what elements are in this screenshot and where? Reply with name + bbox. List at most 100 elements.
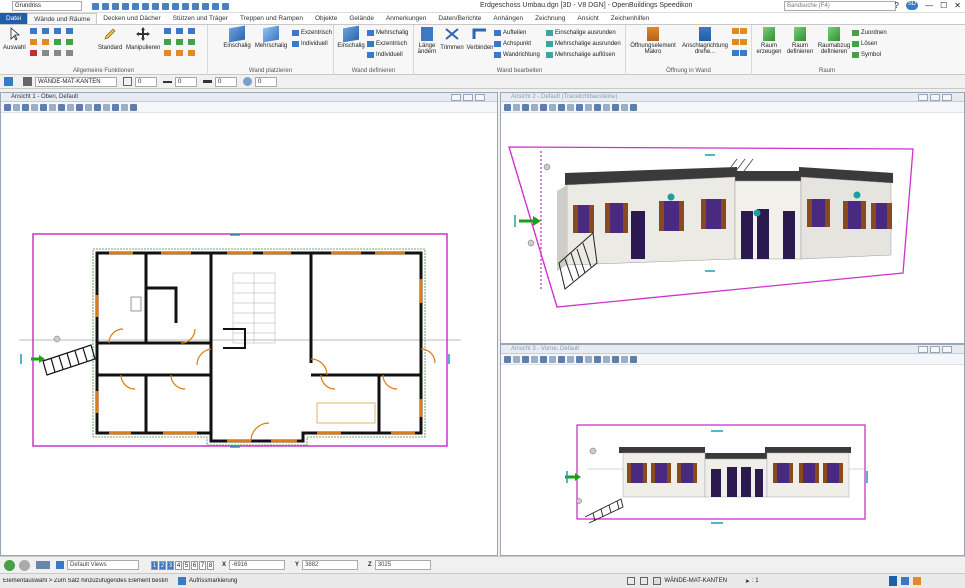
rotate-view-icon[interactable] <box>567 103 574 111</box>
message-icon[interactable] <box>900 577 909 585</box>
render-icon[interactable] <box>130 103 137 111</box>
close-button[interactable]: ✕ <box>954 1 961 10</box>
camera-icon[interactable] <box>621 103 628 111</box>
view-7-button[interactable]: 7 <box>199 560 206 570</box>
tab-stuetzen-und-traeger[interactable]: Stützen und Träger <box>167 13 234 24</box>
weight-dropdown[interactable]: 0 <box>215 76 237 87</box>
wandrichtung-button[interactable]: Wandrichtung <box>494 51 540 59</box>
raum-erzeugen-button[interactable]: Raum erzeugen <box>754 27 784 55</box>
display-style-icon[interactable] <box>513 103 520 111</box>
window-area-icon[interactable] <box>549 355 556 363</box>
user-avatar[interactable]: SD <box>905 1 919 10</box>
view-close-button[interactable] <box>942 94 952 101</box>
fit-view-icon[interactable] <box>58 103 65 111</box>
view-close-button[interactable] <box>942 346 952 353</box>
perspective-canvas[interactable] <box>501 113 964 343</box>
einschalig-definieren-button[interactable]: Einschalig <box>336 25 366 49</box>
view-next-icon[interactable] <box>594 355 601 363</box>
camera-icon[interactable] <box>121 103 128 111</box>
dropdown-icon[interactable] <box>222 2 229 10</box>
elevation-canvas[interactable] <box>501 365 964 555</box>
help-icon[interactable]: ? <box>894 1 898 10</box>
style-dropdown[interactable]: 0 <box>175 76 197 87</box>
einschalig-button[interactable]: Einschalig <box>222 25 252 49</box>
active-level-status[interactable]: WÄNDE-MAT-KANTEN <box>664 578 727 584</box>
color-dropdown[interactable]: 0 <box>135 76 157 87</box>
tab-ansicht[interactable]: Ansicht <box>571 13 604 24</box>
display-style-icon[interactable] <box>13 103 20 111</box>
laenge-aendern-button[interactable]: Länge ändern <box>416 27 438 55</box>
elevation-marker-icon[interactable] <box>178 577 186 585</box>
view-3-button[interactable]: 3 <box>167 560 174 570</box>
camera-icon[interactable] <box>621 355 628 363</box>
forward-icon[interactable] <box>19 559 30 571</box>
clip-volume-icon[interactable] <box>603 355 610 363</box>
minimize-button[interactable]: — <box>925 1 933 10</box>
verbinden-button[interactable]: Verbinden <box>466 27 494 51</box>
view-2-window[interactable]: Ansicht 2 - Default (Tracelichtbausteine… <box>500 92 965 344</box>
clip-mask-icon[interactable] <box>612 103 619 111</box>
pan-view-icon[interactable] <box>576 355 583 363</box>
maximize-button[interactable]: ☐ <box>940 1 947 10</box>
view-4-button[interactable]: 4 <box>175 560 182 570</box>
print-icon[interactable] <box>122 2 129 10</box>
tab-anmerkungen[interactable]: Anmerkungen <box>380 13 432 24</box>
undo-icon[interactable] <box>132 2 139 10</box>
exzentrisch-definieren-button[interactable]: Exzentrisch <box>367 40 407 48</box>
zoom-out-icon[interactable] <box>40 103 47 111</box>
oeffnungselement-button[interactable]: Öffnungselement Makro <box>628 27 678 55</box>
tab-gelaende[interactable]: Gelände <box>343 13 380 24</box>
undo-arrow-icon[interactable] <box>192 2 199 10</box>
loesen-button[interactable]: Lösen <box>852 40 877 48</box>
view-3-window[interactable]: Ansicht 3 - Vorne, Default <box>500 344 965 556</box>
view-attributes-icon[interactable] <box>4 103 11 111</box>
clip-volume-icon[interactable] <box>103 103 110 111</box>
view-next-icon[interactable] <box>94 103 101 111</box>
search-input[interactable]: Bandsuche (F4) <box>784 1 896 11</box>
aufriss-label[interactable]: Aufrissmarkierung <box>189 578 237 584</box>
alert-icon[interactable] <box>912 577 921 585</box>
auswahl-button[interactable]: Auswahl <box>3 27 26 51</box>
mehrschalig-button[interactable]: Mehrschalig <box>254 25 288 49</box>
view-2-button[interactable]: 2 <box>159 560 166 570</box>
snap-icon[interactable] <box>172 2 179 10</box>
tab-treppen-und-rampen[interactable]: Treppen und Rampen <box>234 13 309 24</box>
view-minimize-button[interactable] <box>918 94 928 101</box>
tab-datei[interactable]: Datei <box>0 13 28 24</box>
view-maximize-button[interactable] <box>930 94 940 101</box>
view-previous-icon[interactable] <box>585 355 592 363</box>
fit-view-icon[interactable] <box>558 103 565 111</box>
rotate-view-icon[interactable] <box>67 103 74 111</box>
zoom-out-icon[interactable] <box>540 355 547 363</box>
pan-view-icon[interactable] <box>576 103 583 111</box>
new-file-icon[interactable] <box>92 2 99 10</box>
view-minimize-button[interactable] <box>451 94 461 101</box>
window-area-icon[interactable] <box>49 103 56 111</box>
layers-icon[interactable] <box>4 77 13 86</box>
view-1-window[interactable]: Ansicht 1 - Oben, Default <box>0 92 498 556</box>
layer-icon[interactable] <box>212 2 219 10</box>
level-select[interactable]: Grundriss <box>12 1 82 11</box>
update-icon[interactable] <box>522 103 529 111</box>
tab-zeichenhilfen[interactable]: Zeichenhilfen <box>605 13 656 24</box>
tab-daten-berichte[interactable]: Daten/Berichte <box>432 13 487 24</box>
anschlagrichtung-button[interactable]: Anschlagrichtung drehe... <box>680 27 730 55</box>
z-coordinate-field[interactable]: 3025 <box>374 560 431 570</box>
display-style-icon[interactable] <box>513 355 520 363</box>
clip-mask-icon[interactable] <box>112 103 119 111</box>
notification-icon[interactable] <box>888 576 897 586</box>
individuell-button[interactable]: Individuell <box>292 40 328 48</box>
update-icon[interactable] <box>22 103 29 111</box>
rotate-view-icon[interactable] <box>567 355 574 363</box>
back-icon[interactable] <box>4 559 15 571</box>
einschalige-ausrunden-button[interactable]: Einschalige ausrunden <box>546 29 616 37</box>
x-coordinate-field[interactable]: -6916 <box>229 560 286 570</box>
view-attributes-icon[interactable] <box>504 103 511 111</box>
view-5-button[interactable]: 5 <box>183 560 190 570</box>
standard-button[interactable]: Standard <box>98 27 122 51</box>
view-maximize-button[interactable] <box>930 346 940 353</box>
exzentrisch-button[interactable]: Exzentrisch <box>292 29 332 37</box>
clip-volume-icon[interactable] <box>603 103 610 111</box>
mehrschalig-definieren-button[interactable]: Mehrschalig <box>367 29 408 37</box>
aufteilen-button[interactable]: Aufteilen <box>494 29 526 37</box>
